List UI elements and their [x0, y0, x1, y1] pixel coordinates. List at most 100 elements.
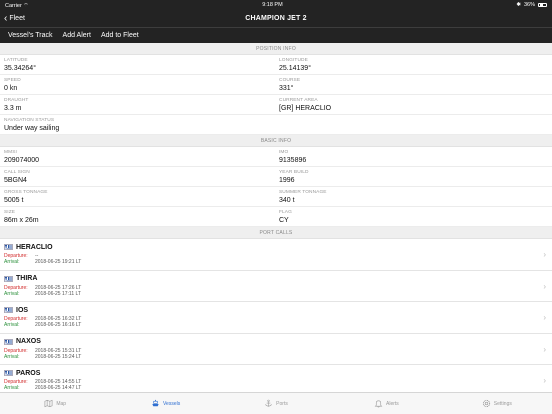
port-name: NAXOS	[16, 338, 41, 345]
arrival-label: Arrival:	[4, 322, 20, 328]
greece-flag-icon	[4, 370, 13, 376]
mmsi-label: MMSI	[4, 150, 17, 155]
arrival-time: 2018-06-25 15:24 LT	[35, 353, 82, 360]
back-label: Fleet	[9, 15, 25, 22]
navigation-status-cell: NAVIGATION STATUS Under way sailing	[0, 115, 276, 134]
anchor-icon	[265, 399, 273, 407]
basic-info-header: BASIC INFO	[0, 135, 552, 147]
ship-icon	[152, 399, 159, 407]
tab-vessels-label: Vessels	[162, 400, 181, 407]
chevron-left-icon: ‹	[4, 12, 8, 24]
chevron-right-icon: ›	[543, 376, 546, 385]
arrival-label: Arrival:	[4, 385, 20, 391]
back-button[interactable]: ‹ Fleet	[4, 10, 25, 27]
action-bar: Vessel's Track Add Alert Add to Fleet	[0, 28, 552, 43]
draught-label: DRAUGHT	[4, 98, 29, 103]
draught-value: 3.3 m	[4, 105, 22, 112]
imo-label: IMO	[279, 150, 289, 155]
battery-percent: 36%	[523, 2, 535, 8]
port-call-item[interactable]: THIRA Departure: 2018-06-25 17:26 LT Arri…	[0, 271, 552, 302]
port-calls-header: PORT CALLS	[0, 227, 552, 239]
carrier-label: Carrier ⌔	[5, 2, 29, 9]
latitude-value: 35.34264°	[4, 65, 36, 72]
tab-vessels[interactable]: Vessels	[110, 393, 220, 414]
port-name: PAROS	[16, 369, 41, 377]
tab-alerts-label: Alerts	[386, 400, 399, 407]
greece-flag-icon	[4, 244, 13, 250]
add-to-fleet-button[interactable]: Add to Fleet	[101, 32, 139, 39]
chevron-right-icon: ›	[543, 250, 546, 259]
arrival-time: 2018-06-25 19:21 LT	[35, 259, 82, 265]
port-calls-list: HERACLIO Departure: -- Arrival: 2018-06-25…	[0, 239, 552, 397]
position-info-header: POSITION INFO	[0, 43, 552, 55]
flag-label: FLAG	[279, 210, 292, 215]
flag-value: CY	[279, 217, 289, 224]
course-cell: COURSE 331°	[276, 75, 552, 94]
status-bar: Carrier ⌔ 9:18 PM ✱ 36%	[0, 0, 552, 10]
info-row: SIZE 86m x 26m FLAG CY	[0, 207, 552, 227]
navigation-status-value: Under way sailing	[4, 125, 60, 132]
gross-tonnage-cell: GROSS TONNAGE 5005 t	[0, 187, 276, 206]
info-row: GROSS TONNAGE 5005 t SUMMER TONNAGE 340 …	[0, 187, 552, 207]
info-row: SPEED 0 kn COURSE 331°	[0, 75, 552, 95]
arrival-label: Arrival:	[4, 290, 20, 297]
arrival-label: Arrival:	[4, 353, 20, 360]
imo-value: 9135896	[279, 157, 307, 164]
gear-icon	[482, 399, 490, 408]
info-row: DRAUGHT 3.3 m CURRENT AREA [GR] HERACLIO	[0, 95, 552, 115]
draught-cell: DRAUGHT 3.3 m	[0, 95, 276, 114]
info-row: NAVIGATION STATUS Under way sailing	[0, 115, 552, 135]
course-value: 331°	[279, 85, 294, 92]
speed-value: 0 kn	[4, 85, 18, 92]
latitude-cell: LATITUDE 35.34264°	[0, 55, 276, 74]
latitude-label: LATITUDE	[4, 58, 28, 63]
arrival-time: 2018-06-25 14:47 LT	[35, 385, 82, 391]
greece-flag-icon	[4, 307, 13, 313]
alert-icon	[374, 400, 383, 408]
arrival-label: Arrival:	[4, 259, 20, 265]
add-alert-button[interactable]: Add Alert	[63, 32, 91, 39]
summer-tonnage-cell: SUMMER TONNAGE 340 t	[276, 187, 552, 206]
year-build-label: YEAR BUILD	[279, 170, 309, 175]
bluetooth-icon: ✱	[516, 2, 521, 8]
year-build-value: 1996	[279, 177, 295, 184]
clock: 9:18 PM	[262, 2, 283, 8]
vessels-track-button[interactable]: Vessel's Track	[8, 32, 53, 39]
port-name: HERACLIO	[16, 243, 53, 251]
year-build-cell: YEAR BUILD 1996	[276, 167, 552, 186]
arrival-time: 2018-06-25 17:11 LT	[35, 290, 81, 297]
tab-alerts[interactable]: Alerts	[331, 393, 441, 414]
mmsi-cell: MMSI 209074000	[0, 147, 276, 166]
current-area-label: CURRENT AREA	[279, 98, 318, 103]
chevron-right-icon: ›	[543, 281, 546, 291]
speed-cell: SPEED 0 kn	[0, 75, 276, 94]
gross-tonnage-value: 5005 t	[4, 197, 24, 204]
current-area-value: [GR] HERACLIO	[279, 105, 332, 112]
port-name: IOS	[16, 306, 29, 314]
wifi-icon: ⌔	[23, 2, 29, 9]
info-row: MMSI 209074000 IMO 9135896	[0, 147, 552, 167]
summer-tonnage-label: SUMMER TONNAGE	[279, 190, 327, 195]
port-call-item[interactable]: HERACLIO Departure: -- Arrival: 2018-06-25…	[0, 239, 552, 271]
gross-tonnage-label: GROSS TONNAGE	[4, 190, 48, 195]
port-call-item[interactable]: NAXOS Departure: 2018-06-25 15:31 LT Arri…	[0, 334, 552, 365]
tab-settings[interactable]: Settings	[442, 393, 552, 414]
map-icon	[44, 399, 53, 408]
port-name: THIRA	[16, 275, 38, 282]
navigation-status-label: NAVIGATION STATUS	[4, 118, 55, 123]
longitude-label: LONGITUDE	[279, 58, 308, 63]
current-area-cell: CURRENT AREA [GR] HERACLIO	[276, 95, 552, 114]
tab-map[interactable]: Map	[0, 393, 110, 414]
greece-flag-icon	[4, 338, 13, 345]
size-value: 86m x 26m	[4, 217, 39, 224]
tab-ports[interactable]: Ports	[221, 393, 331, 414]
port-call-item[interactable]: IOS Departure: 2018-06-25 16:32 LT Arriva…	[0, 302, 552, 334]
imo-cell: IMO 9135896	[276, 147, 552, 166]
speed-label: SPEED	[4, 78, 21, 83]
size-cell: SIZE 86m x 26m	[0, 207, 276, 226]
info-row: CALL SIGN 5BGN4 YEAR BUILD 1996	[0, 167, 552, 187]
call-sign-cell: CALL SIGN 5BGN4	[0, 167, 276, 186]
course-label: COURSE	[279, 78, 301, 83]
call-sign-value: 5BGN4	[4, 177, 27, 184]
chevron-right-icon: ›	[543, 344, 546, 354]
